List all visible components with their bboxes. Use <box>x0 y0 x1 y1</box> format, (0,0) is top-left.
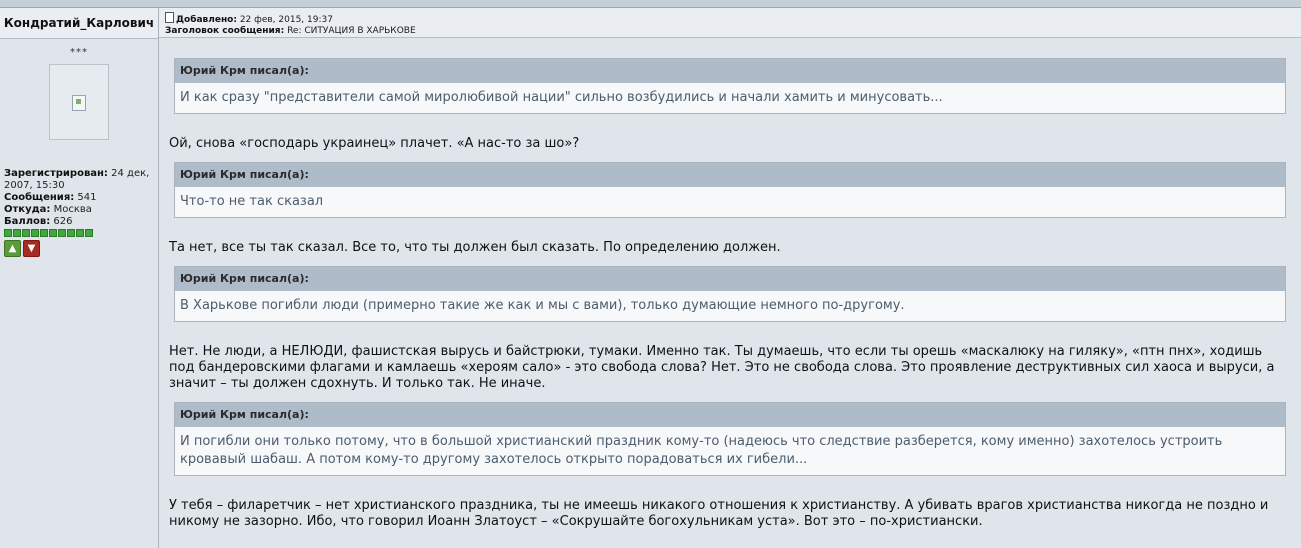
rating-pip <box>4 229 12 237</box>
rating-pip <box>85 229 93 237</box>
points-value: 626 <box>53 216 73 227</box>
quote-text: И погибли они только потому, что в больш… <box>180 434 1223 467</box>
quote-author: Юрий Крм писал(а): <box>175 59 1285 83</box>
broken-image-icon <box>72 95 86 111</box>
subject-value: Re: СИТУАЦИЯ В ХАРЬКОВЕ <box>287 26 416 36</box>
reply-text: Нет. Не люди, а НЕЛЮДИ, фашистская вырус… <box>169 344 1275 391</box>
rating-pip <box>49 229 57 237</box>
rating-pip <box>58 229 66 237</box>
reply-text: У тебя – филаретчик – нет христианского … <box>169 498 1269 529</box>
rating-pip <box>76 229 84 237</box>
post-icon[interactable] <box>165 12 174 23</box>
rating-pip <box>22 229 30 237</box>
author-sidebar: Кондратий_Карлович *** Зарегистрирован: … <box>0 8 159 548</box>
rating-pip <box>13 229 21 237</box>
post-body: Юрий Крм писал(а): И как сразу "представ… <box>159 38 1301 530</box>
quote-block: Юрий Крм писал(а): И как сразу "представ… <box>174 58 1286 114</box>
subject-label: Заголовок сообщения: <box>165 26 285 36</box>
post-main: Добавлено: 22 фев, 2015, 19:37 Заголовок… <box>159 8 1301 548</box>
thumbs-up-icon[interactable]: ▲ <box>4 240 21 257</box>
from-value: Москва <box>53 204 92 215</box>
rating-pip <box>67 229 75 237</box>
thumbs-down-icon[interactable]: ▼ <box>23 240 40 257</box>
rating-pip <box>40 229 48 237</box>
reply-text: Ой, снова «господарь украинец» плачет. «… <box>169 136 580 151</box>
reply-text: Та нет, все ты так сказал. Все то, что т… <box>169 240 781 255</box>
added-label: Добавлено: <box>176 15 237 25</box>
from-label: Откуда: <box>4 204 51 215</box>
quote-block: Юрий Крм писал(а): И погибли они только … <box>174 402 1286 476</box>
rating-pips <box>4 229 158 237</box>
rate-buttons: ▲ ▼ <box>4 240 158 257</box>
posts-value: 541 <box>77 192 97 203</box>
quote-text: И как сразу "представители самой миролюб… <box>180 90 943 105</box>
quote-author: Юрий Крм писал(а): <box>175 403 1285 427</box>
top-border <box>0 0 1301 8</box>
rating-pip <box>31 229 39 237</box>
posts-label: Сообщения: <box>4 192 75 203</box>
post-header: Добавлено: 22 фев, 2015, 19:37 Заголовок… <box>159 8 1301 38</box>
quote-block: Юрий Крм писал(а): В Харькове погибли лю… <box>174 266 1286 322</box>
quote-text: В Харькове погибли люди (примерно такие … <box>180 298 905 313</box>
author-rank: *** <box>70 47 88 58</box>
author-info: Зарегистрирован: 24 дек, 2007, 15:30 Соо… <box>4 168 158 228</box>
added-value: 22 фев, 2015, 19:37 <box>239 15 333 25</box>
registered-label: Зарегистрирован: <box>4 168 108 179</box>
quote-author: Юрий Крм писал(а): <box>175 163 1285 187</box>
avatar <box>49 64 109 140</box>
points-label: Баллов: <box>4 216 51 227</box>
author-name[interactable]: Кондратий_Карлович <box>0 8 158 39</box>
quote-text: Что-то не так сказал <box>180 194 324 209</box>
quote-author: Юрий Крм писал(а): <box>175 267 1285 291</box>
forum-post: Кондратий_Карлович *** Зарегистрирован: … <box>0 8 1301 548</box>
quote-block: Юрий Крм писал(а): Что-то не так сказал <box>174 162 1286 218</box>
